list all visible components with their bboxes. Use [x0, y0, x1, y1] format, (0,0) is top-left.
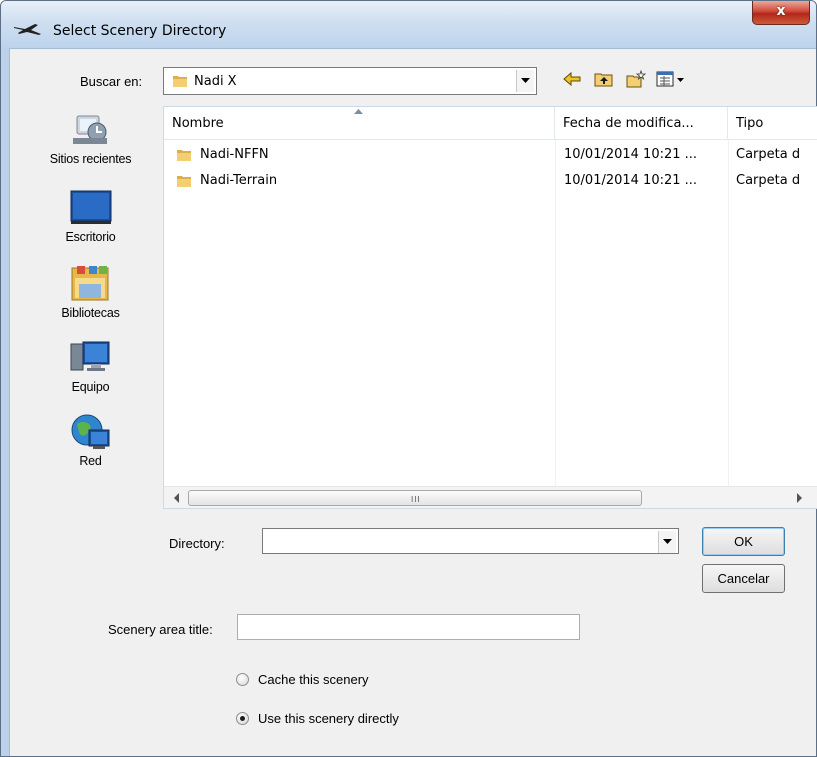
- ok-button[interactable]: OK: [702, 527, 785, 556]
- use-scenery-directly-radio[interactable]: [236, 712, 249, 725]
- scrollbar-thumb[interactable]: III: [188, 490, 642, 506]
- lookin-label: Buscar en:: [80, 74, 143, 89]
- column-header-name-label: Nombre: [172, 116, 224, 131]
- scroll-left-icon[interactable]: [172, 492, 182, 504]
- cache-scenery-radio[interactable]: [236, 673, 249, 686]
- place-libraries[interactable]: Bibliotecas: [19, 264, 162, 320]
- folder-icon: [173, 76, 187, 87]
- window-title: Select Scenery Directory: [53, 23, 227, 39]
- sort-up-icon: [354, 109, 363, 114]
- file-row[interactable]: Nadi-NFFN 10/01/2014 10:21 ... Carpeta d: [164, 143, 817, 167]
- place-computer[interactable]: Equipo: [19, 338, 162, 394]
- column-header-type-label: Tipo: [736, 116, 764, 131]
- file-name: Nadi-NFFN: [200, 147, 269, 162]
- title-bar[interactable]: Select Scenery Directory x: [1, 1, 816, 47]
- place-libraries-label: Bibliotecas: [61, 306, 120, 320]
- libraries-icon: [71, 266, 108, 301]
- lookin-value: Nadi X: [194, 74, 237, 89]
- directory-combobox[interactable]: [262, 528, 679, 554]
- place-recent-label: Sitios recientes: [49, 152, 132, 166]
- close-button[interactable]: x: [752, 1, 810, 25]
- cache-scenery-label: Cache this scenery: [258, 672, 369, 687]
- up-folder-icon[interactable]: [594, 70, 614, 88]
- scenery-title-label: Scenery area title:: [108, 622, 213, 637]
- place-network[interactable]: Red: [19, 412, 162, 468]
- scenery-title-input[interactable]: [237, 614, 580, 640]
- column-header-date[interactable]: Fecha de modifica...: [555, 107, 728, 140]
- horizontal-scrollbar[interactable]: III: [164, 486, 817, 508]
- place-network-label: Red: [79, 454, 102, 468]
- place-computer-label: Equipo: [71, 380, 110, 394]
- chevron-down-icon: [663, 539, 672, 544]
- place-desktop[interactable]: Escritorio: [19, 188, 162, 244]
- directory-label: Directory:: [169, 536, 225, 551]
- lookin-dropdown[interactable]: Nadi X: [163, 67, 537, 95]
- file-type: Carpeta d: [736, 173, 801, 188]
- scroll-right-icon[interactable]: [794, 492, 804, 504]
- place-recent[interactable]: Sitios recientes: [19, 110, 162, 166]
- recent-places-icon: [72, 115, 107, 144]
- lookin-dropdown-arrow[interactable]: [516, 70, 534, 92]
- chevron-down-icon: [521, 78, 530, 83]
- scrollbar-grip: III: [411, 495, 421, 504]
- network-icon: [71, 414, 109, 449]
- cancel-button[interactable]: Cancelar: [702, 564, 785, 593]
- file-type: Carpeta d: [736, 147, 801, 162]
- places-bar: Sitios recientes Escritorio Bibliotecas: [19, 106, 162, 500]
- directory-dropdown-arrow[interactable]: [658, 531, 676, 553]
- place-desktop-label: Escritorio: [65, 230, 116, 244]
- file-date: 10/01/2014 10:21 ...: [564, 173, 698, 188]
- computer-icon: [70, 341, 109, 371]
- column-header-date-label: Fecha de modifica...: [563, 116, 694, 131]
- file-list[interactable]: Nombre Fecha de modifica... Tipo Nadi-NF…: [163, 106, 817, 509]
- file-date: 10/01/2014 10:21 ...: [564, 147, 698, 162]
- back-arrow-icon[interactable]: [562, 70, 582, 88]
- folder-icon: [177, 150, 191, 161]
- use-scenery-directly-label: Use this scenery directly: [258, 711, 399, 726]
- column-header-name[interactable]: Nombre: [164, 107, 555, 140]
- new-folder-icon[interactable]: [626, 70, 646, 88]
- file-row[interactable]: Nadi-Terrain 10/01/2014 10:21 ... Carpet…: [164, 169, 817, 193]
- view-menu-icon[interactable]: [656, 70, 686, 88]
- airplane-icon: [14, 24, 41, 35]
- file-name: Nadi-Terrain: [200, 173, 278, 188]
- folder-icon: [177, 176, 191, 187]
- desktop-icon: [70, 190, 111, 224]
- column-header-type[interactable]: Tipo: [728, 107, 817, 140]
